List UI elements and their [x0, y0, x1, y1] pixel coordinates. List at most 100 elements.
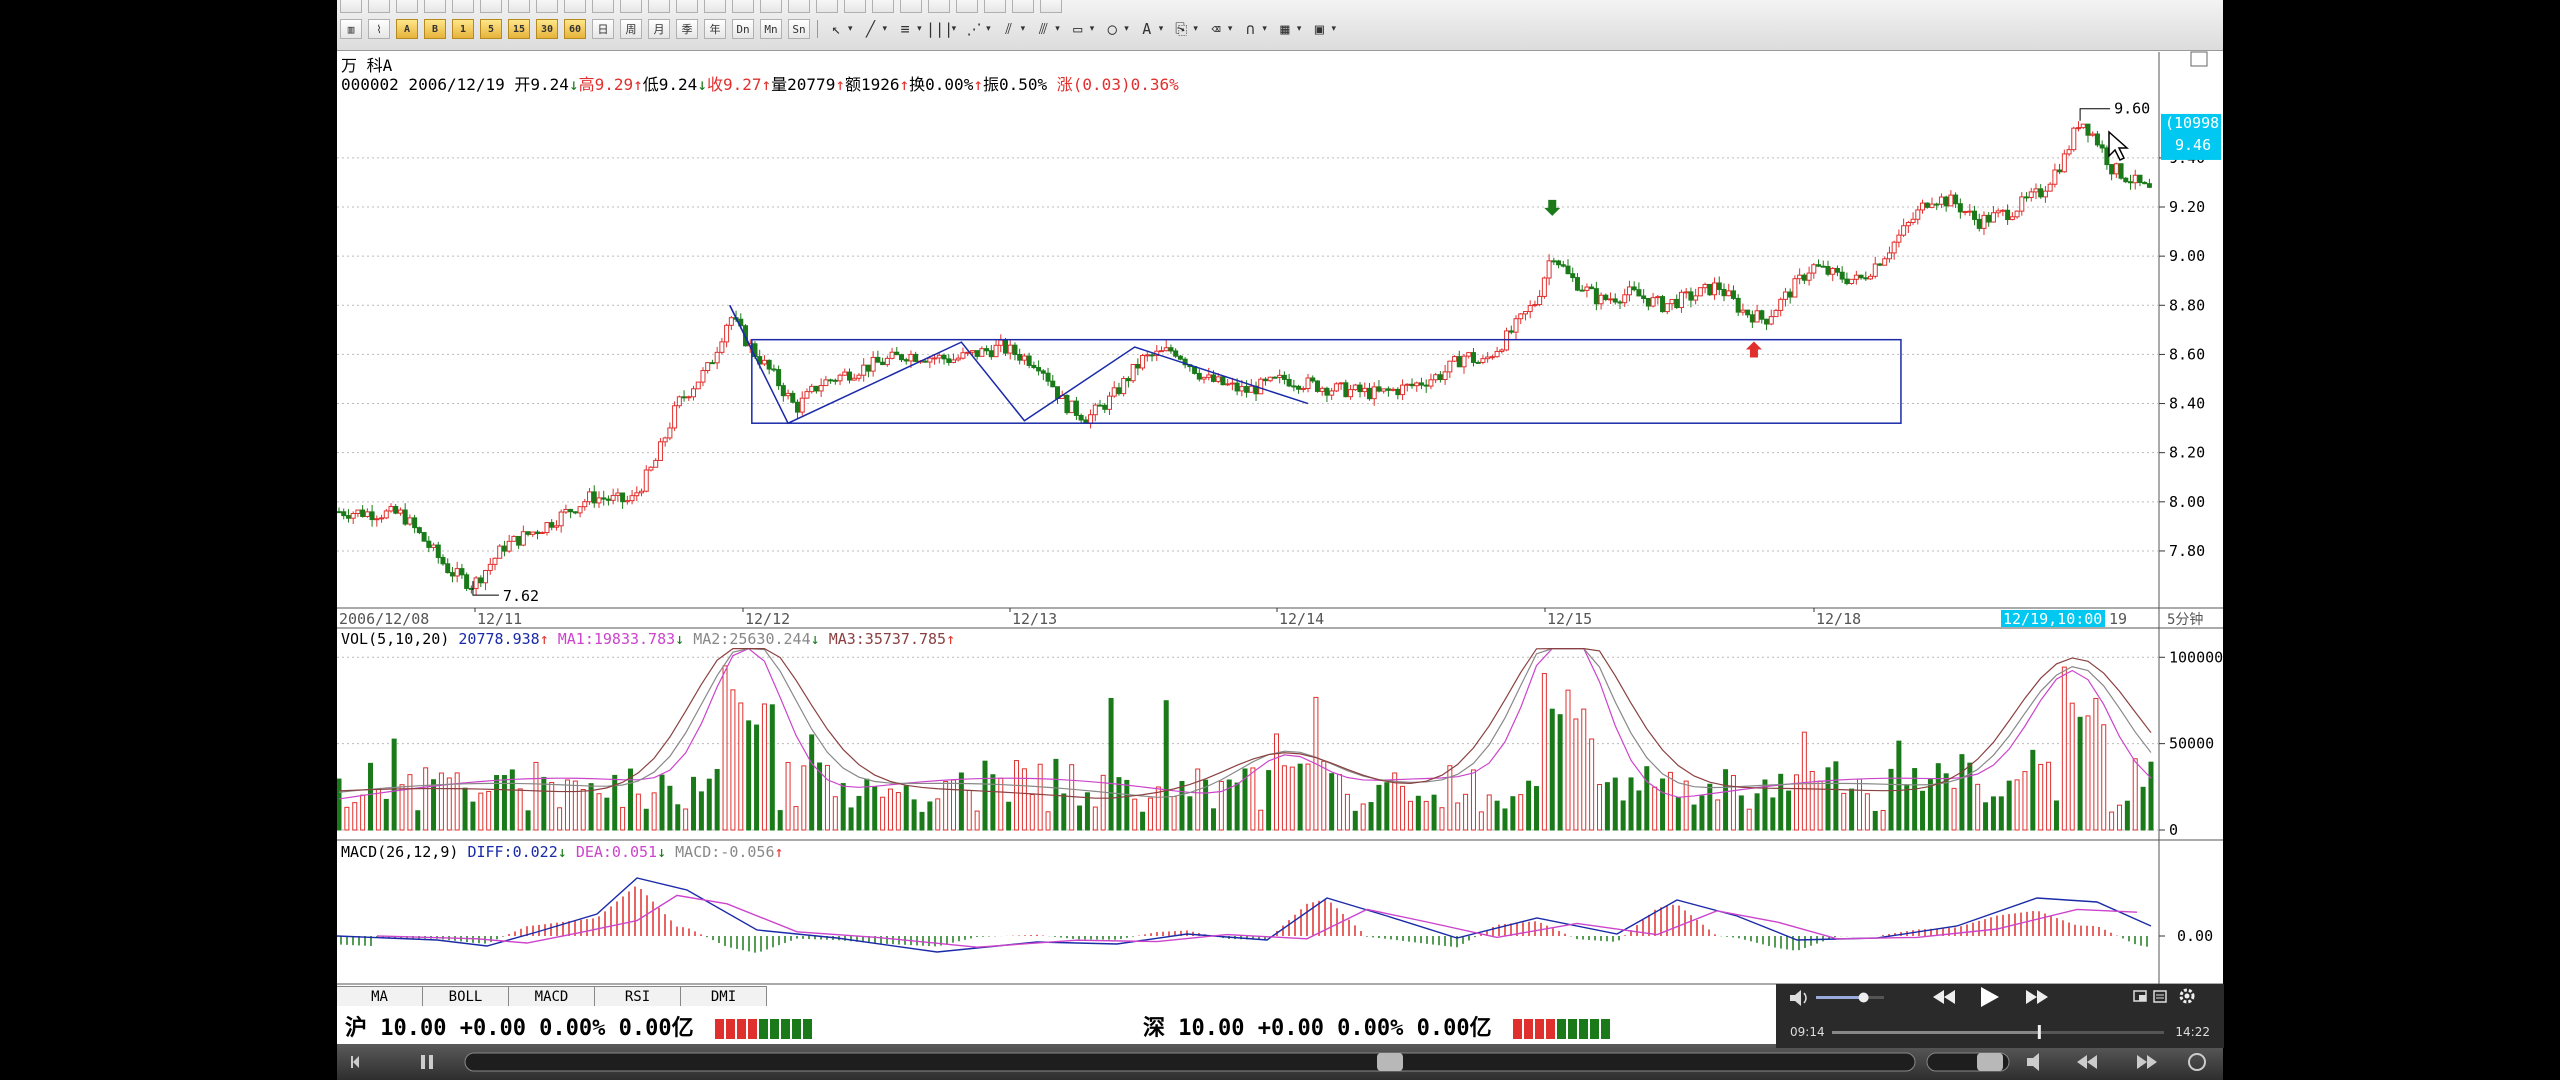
- rewind-button[interactable]: [1933, 990, 1955, 1004]
- volume-bar: [1210, 808, 1216, 831]
- fast-forward-button[interactable]: [2026, 990, 2048, 1004]
- candle-body: [2042, 190, 2048, 198]
- macd-dea: DEA:0.051: [575, 843, 658, 861]
- tab-dmi[interactable]: DMI: [681, 986, 767, 1006]
- progress-slider[interactable]: [1832, 1025, 2164, 1039]
- candle-body: [1882, 258, 1888, 266]
- candle-body: [1390, 388, 1396, 391]
- volume-bar: [541, 776, 547, 831]
- candle-body: [1920, 202, 1926, 211]
- candle-body: [525, 531, 531, 535]
- candle-body: [1797, 274, 1803, 280]
- volume-bar: [1179, 780, 1185, 831]
- candle-body: [341, 511, 347, 517]
- candle-body: [1749, 314, 1755, 323]
- settings-gear-icon[interactable]: [2179, 988, 2195, 1004]
- outer-volume-track[interactable]: [1926, 1052, 2010, 1072]
- volume-bar: [754, 724, 760, 831]
- tab-rsi[interactable]: RSI: [595, 986, 681, 1006]
- max-price-label: 9.60: [2114, 100, 2150, 118]
- volume-bar: [1817, 780, 1823, 831]
- price-tick-label: 7.80: [2169, 542, 2205, 560]
- candle-body: [1069, 400, 1075, 414]
- volume-bar: [1250, 767, 1256, 831]
- pip-icon[interactable]: [2133, 990, 2147, 1002]
- candle-body: [1366, 387, 1372, 400]
- candle-body: [1324, 387, 1330, 396]
- candle-body: [379, 517, 385, 520]
- outer-seek-thumb[interactable]: [1377, 1053, 1403, 1071]
- speaker-icon[interactable]: [1790, 990, 1807, 1006]
- candle-body: [582, 501, 588, 508]
- candle-body: [1820, 265, 1826, 268]
- chart-area[interactable]: 9.409.209.008.808.608.408.208.007.807.62…: [337, 0, 2223, 1080]
- candle-body: [1603, 294, 1609, 300]
- candle-body: [431, 544, 437, 548]
- candle-body: [1291, 385, 1297, 388]
- volume-bar: [2077, 716, 2083, 831]
- candle-body: [473, 577, 479, 590]
- candle-body: [1806, 272, 1812, 281]
- outer-speaker-icon[interactable]: [2027, 1053, 2039, 1071]
- volume-bar: [1841, 792, 1847, 831]
- tab-macd[interactable]: MACD: [509, 986, 595, 1006]
- volume-bar: [793, 806, 799, 831]
- quote-code-date: 000002 2006/12/19: [341, 75, 505, 94]
- volume-bar: [785, 761, 791, 831]
- outer-close-icon[interactable]: [2188, 1053, 2206, 1071]
- candle-body: [979, 348, 985, 357]
- candle-body: [1636, 289, 1642, 297]
- candle-body: [1021, 355, 1027, 361]
- volume-bar: [1533, 786, 1539, 831]
- candle-body: [520, 531, 526, 546]
- candle-body: [1754, 310, 1760, 323]
- play-button[interactable]: [1981, 987, 1999, 1007]
- candle-body: [1149, 354, 1155, 357]
- time-tick-label: 12/18: [1816, 610, 1861, 628]
- volume-slider[interactable]: [1816, 992, 1884, 1003]
- tab-ma[interactable]: MA: [337, 986, 423, 1006]
- candle-body: [1934, 203, 1940, 206]
- fullscreen-icon[interactable]: [2153, 990, 2167, 1003]
- outer-previous-button[interactable]: [347, 1052, 367, 1072]
- volume-bar: [1502, 808, 1508, 831]
- volume-bar: [998, 777, 1004, 831]
- candle-body: [2066, 149, 2072, 155]
- candle-body: [355, 509, 361, 515]
- volume-bar: [1116, 777, 1122, 831]
- candle-body: [1712, 282, 1718, 296]
- candle-body: [1116, 387, 1122, 395]
- candle-body: [1106, 395, 1112, 410]
- candle-body: [908, 353, 914, 362]
- volume-bar: [1628, 777, 1634, 831]
- volume-bar: [1368, 802, 1374, 831]
- arrow-up-icon: ↑: [774, 843, 784, 861]
- volume-bar: [1652, 786, 1658, 831]
- candle-body: [1570, 273, 1576, 279]
- volume-bar: [454, 772, 460, 831]
- candle-body: [1244, 386, 1250, 393]
- volume-bar: [643, 808, 649, 831]
- candle-body: [903, 359, 909, 362]
- candle-body: [620, 492, 626, 503]
- candle-body: [459, 568, 465, 576]
- candle-body: [1385, 388, 1391, 391]
- period-label: 5分钟: [2167, 611, 2203, 628]
- volume-bar: [337, 778, 342, 831]
- tab-boll[interactable]: BOLL: [423, 986, 509, 1006]
- outer-rewind-button[interactable]: [2077, 1055, 2097, 1069]
- volume-bar: [517, 788, 523, 831]
- volume-bar: [1754, 793, 1760, 831]
- candle-body: [483, 569, 489, 584]
- candle-body: [1499, 349, 1505, 352]
- candle-body: [1201, 376, 1207, 380]
- time-tick-label: 12/11: [477, 610, 522, 628]
- volume-bar: [848, 807, 854, 831]
- arrow-down-icon: ↓: [697, 75, 707, 94]
- candle-body: [615, 492, 621, 496]
- outer-forward-button[interactable]: [2137, 1055, 2157, 1069]
- outer-pause-button[interactable]: [421, 1055, 433, 1069]
- volume-bar: [415, 810, 421, 831]
- outer-seek-track[interactable]: [464, 1052, 1916, 1072]
- candle-body: [549, 522, 555, 528]
